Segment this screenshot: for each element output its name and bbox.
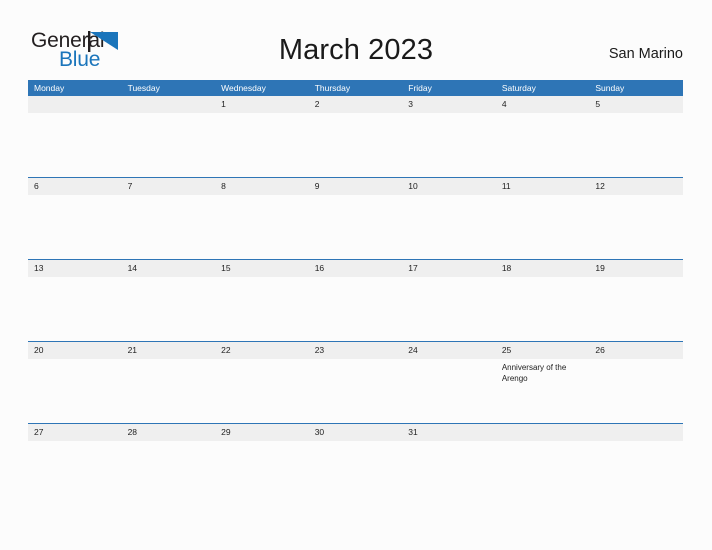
weekday-header-thursday: Thursday <box>314 83 351 93</box>
day-event[interactable] <box>28 441 122 453</box>
week-daynumber-band: 20 21 22 23 24 25 26 <box>28 342 683 359</box>
day-event[interactable] <box>496 441 590 453</box>
week-row: 20 21 22 23 24 25 26 Anniversary of the … <box>28 341 683 423</box>
day-number[interactable]: 8 <box>215 178 309 195</box>
day-number[interactable]: 12 <box>589 178 683 195</box>
day-event[interactable] <box>589 277 683 341</box>
day-event[interactable] <box>402 113 496 177</box>
day-event[interactable] <box>122 441 216 453</box>
calendar-grid: Monday Tuesday Wednesday Thursday Friday… <box>28 80 683 453</box>
day-number[interactable]: 6 <box>28 178 122 195</box>
day-number[interactable]: 21 <box>122 342 216 359</box>
day-number[interactable]: 13 <box>28 260 122 277</box>
weekday-header-sunday: Sunday <box>595 83 625 93</box>
day-event[interactable] <box>28 359 122 423</box>
day-number[interactable]: 20 <box>28 342 122 359</box>
day-event[interactable] <box>402 441 496 453</box>
day-number[interactable] <box>496 424 590 441</box>
week-row: 13 14 15 16 17 18 19 <box>28 259 683 341</box>
day-event[interactable] <box>496 113 590 177</box>
day-number[interactable]: 25 <box>496 342 590 359</box>
weekday-header-tuesday: Tuesday <box>127 83 160 93</box>
day-event[interactable] <box>122 113 216 177</box>
weekday-header-row: Monday Tuesday Wednesday Thursday Friday… <box>28 80 683 96</box>
day-event[interactable] <box>402 195 496 259</box>
region-label: San Marino <box>608 46 683 62</box>
day-number[interactable]: 26 <box>589 342 683 359</box>
week-event-band <box>28 113 683 177</box>
day-number[interactable]: 23 <box>309 342 403 359</box>
day-event[interactable] <box>28 195 122 259</box>
day-event[interactable] <box>122 359 216 423</box>
weekday-header-monday: Monday <box>34 83 65 93</box>
week-daynumber-band: 27 28 29 30 31 <box>28 424 683 441</box>
day-event[interactable] <box>215 113 309 177</box>
day-number[interactable]: 18 <box>496 260 590 277</box>
day-number[interactable]: 15 <box>215 260 309 277</box>
week-daynumber-band: 6 7 8 9 10 11 12 <box>28 178 683 195</box>
week-event-band: Anniversary of the Arengo <box>28 359 683 423</box>
day-number[interactable] <box>28 96 122 113</box>
day-number[interactable]: 27 <box>28 424 122 441</box>
day-event[interactable] <box>309 277 403 341</box>
day-event[interactable] <box>122 277 216 341</box>
weekday-header-wednesday: Wednesday <box>221 83 266 93</box>
week-daynumber-band: 1 2 3 4 5 <box>28 96 683 113</box>
day-event[interactable] <box>215 441 309 453</box>
day-number[interactable]: 2 <box>309 96 403 113</box>
day-event[interactable] <box>496 195 590 259</box>
weekday-header-friday: Friday <box>408 83 432 93</box>
day-number[interactable]: 30 <box>309 424 403 441</box>
day-number[interactable]: 11 <box>496 178 590 195</box>
day-number[interactable]: 22 <box>215 342 309 359</box>
day-event[interactable] <box>215 359 309 423</box>
day-event[interactable] <box>215 277 309 341</box>
week-event-band <box>28 195 683 259</box>
day-number[interactable] <box>122 96 216 113</box>
day-number[interactable]: 19 <box>589 260 683 277</box>
day-event[interactable] <box>28 113 122 177</box>
day-event[interactable] <box>402 277 496 341</box>
day-event[interactable] <box>589 441 683 453</box>
day-number[interactable]: 7 <box>122 178 216 195</box>
day-number[interactable]: 9 <box>309 178 403 195</box>
page-title: March 2023 <box>278 34 434 66</box>
week-event-band <box>28 277 683 341</box>
day-number[interactable]: 29 <box>215 424 309 441</box>
weekday-header-saturday: Saturday <box>501 83 536 93</box>
day-event[interactable] <box>309 359 403 423</box>
day-event[interactable] <box>122 195 216 259</box>
day-number[interactable]: 10 <box>402 178 496 195</box>
day-event[interactable] <box>402 359 496 423</box>
day-event[interactable] <box>589 113 683 177</box>
day-event[interactable] <box>309 113 403 177</box>
day-event[interactable] <box>496 277 590 341</box>
day-number[interactable]: 28 <box>122 424 216 441</box>
page-header: General Blue March 2023 San Marino <box>0 0 712 80</box>
day-number[interactable]: 24 <box>402 342 496 359</box>
day-event[interactable] <box>589 195 683 259</box>
week-daynumber-band: 13 14 15 16 17 18 19 <box>28 260 683 277</box>
day-event-anniversary-of-the-arengo[interactable]: Anniversary of the Arengo <box>496 359 590 423</box>
day-event[interactable] <box>309 441 403 453</box>
day-number[interactable]: 3 <box>402 96 496 113</box>
day-number[interactable]: 14 <box>122 260 216 277</box>
day-number[interactable]: 16 <box>309 260 403 277</box>
week-row: 1 2 3 4 5 <box>28 96 683 177</box>
day-event[interactable] <box>309 195 403 259</box>
day-number[interactable]: 1 <box>215 96 309 113</box>
day-number[interactable]: 4 <box>496 96 590 113</box>
week-row: 6 7 8 9 10 11 12 <box>28 177 683 259</box>
day-event[interactable] <box>28 277 122 341</box>
week-row: 27 28 29 30 31 <box>28 423 683 453</box>
day-number[interactable]: 31 <box>402 424 496 441</box>
day-number[interactable]: 5 <box>589 96 683 113</box>
day-number[interactable]: 17 <box>402 260 496 277</box>
day-event[interactable] <box>215 195 309 259</box>
day-event[interactable] <box>589 359 683 423</box>
week-event-band <box>28 441 683 453</box>
day-number[interactable] <box>589 424 683 441</box>
